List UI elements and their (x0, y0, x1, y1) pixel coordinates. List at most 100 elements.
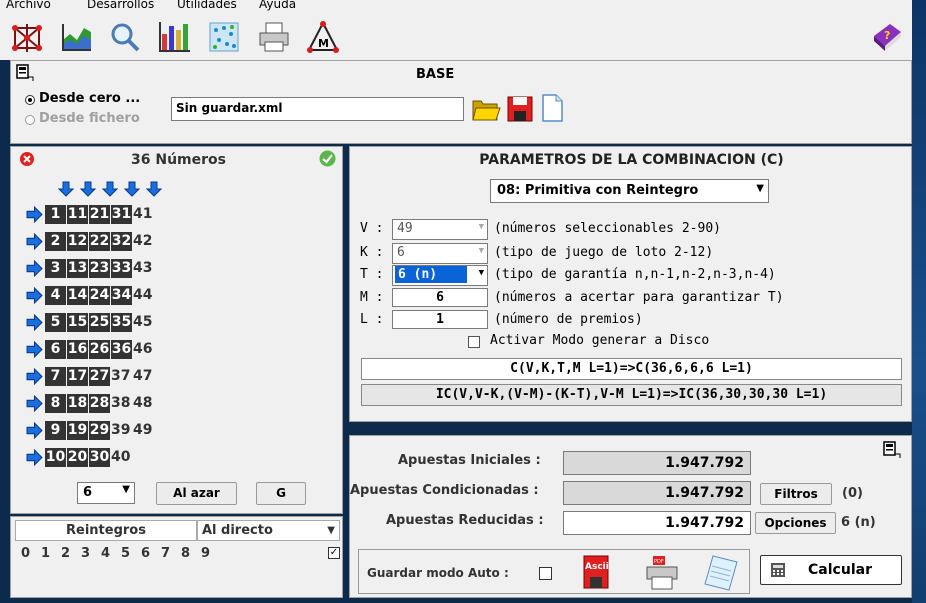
disk-mode-checkbox[interactable] (468, 336, 480, 348)
new-file-icon[interactable] (539, 93, 565, 123)
number-cell[interactable]: 17 (67, 367, 88, 386)
number-cell[interactable]: 39 (111, 421, 130, 440)
number-cell[interactable]: 7 (45, 367, 66, 386)
arrow-down-icon[interactable] (80, 181, 96, 197)
number-cell[interactable]: 27 (89, 367, 110, 386)
number-cell[interactable]: 28 (89, 394, 110, 413)
auto-save-checkbox[interactable] (539, 567, 552, 580)
number-cell[interactable]: 10 (45, 448, 66, 467)
number-cell[interactable]: 41 (133, 205, 152, 224)
reintegro-digit[interactable]: 8 (181, 546, 190, 561)
number-cell[interactable]: 24 (89, 286, 110, 305)
arrow-down-icon[interactable] (124, 181, 140, 197)
menu-utilidades[interactable]: Utilidades (177, 0, 237, 11)
reintegro-digit[interactable]: 5 (121, 546, 130, 561)
ascii-file-icon[interactable]: Ascii (583, 555, 609, 589)
dot-grid-icon[interactable] (207, 20, 241, 54)
help-book-icon[interactable]: ? (870, 20, 904, 54)
radio-desde-cero[interactable] (25, 95, 35, 105)
clear-icon[interactable] (19, 151, 35, 167)
options-button[interactable]: Opciones (755, 512, 836, 534)
number-cell[interactable]: 40 (111, 448, 130, 467)
arrow-down-icon[interactable] (102, 181, 118, 197)
bar-chart-icon[interactable] (157, 20, 191, 54)
random-button[interactable]: Al azar (156, 482, 237, 505)
number-cell[interactable]: 2 (45, 232, 66, 251)
radio-desde-fichero[interactable] (25, 115, 35, 125)
reintegro-digit[interactable]: 1 (41, 546, 50, 561)
param-k-field[interactable]: 6 ▼ (392, 243, 488, 264)
param-v-field[interactable]: 49 ▼ (392, 219, 488, 240)
number-cell[interactable]: 43 (133, 259, 152, 278)
confirm-icon[interactable] (319, 150, 336, 167)
number-cell[interactable]: 37 (111, 367, 130, 386)
option-desde-cero[interactable]: Desde cero ... (39, 91, 140, 106)
number-cell[interactable]: 38 (111, 394, 130, 413)
folder-open-icon[interactable] (471, 95, 501, 123)
reintegro-mode-select[interactable]: Al directo ▼ (197, 520, 340, 541)
number-cell[interactable]: 6 (45, 340, 66, 359)
number-cell[interactable]: 16 (67, 340, 88, 359)
number-cell[interactable]: 29 (89, 421, 110, 440)
menu-archivo[interactable]: Archivo (6, 0, 51, 11)
count-select[interactable]: 6 ▼ (77, 482, 135, 504)
g-button[interactable]: G (256, 482, 306, 505)
file-name-field[interactable]: Sin guardar.xml (171, 97, 464, 121)
arrow-right-icon[interactable] (26, 368, 43, 385)
arrow-right-icon[interactable] (26, 206, 43, 223)
number-cell[interactable]: 15 (67, 313, 88, 332)
number-cell[interactable]: 48 (133, 394, 152, 413)
reintegro-digit[interactable]: 9 (201, 546, 210, 561)
network-icon[interactable] (10, 20, 44, 54)
number-cell[interactable]: 19 (67, 421, 88, 440)
number-cell[interactable]: 44 (133, 286, 152, 305)
document-icon[interactable] (15, 63, 35, 83)
arrow-right-icon[interactable] (26, 260, 43, 277)
number-cell[interactable]: 1 (45, 205, 66, 224)
magnifier-icon[interactable] (108, 20, 142, 54)
param-m-field[interactable]: 6 (392, 288, 488, 307)
number-cell[interactable]: 31 (111, 205, 132, 224)
number-cell[interactable]: 12 (67, 232, 88, 251)
arrow-right-icon[interactable] (26, 233, 43, 250)
number-cell[interactable]: 21 (89, 205, 110, 224)
number-cell[interactable]: 34 (111, 286, 132, 305)
arrow-right-icon[interactable] (26, 287, 43, 304)
number-cell[interactable]: 3 (45, 259, 66, 278)
number-cell[interactable]: 49 (133, 421, 152, 440)
number-cell[interactable]: 47 (133, 367, 152, 386)
number-cell[interactable]: 33 (111, 259, 132, 278)
number-cell[interactable]: 23 (89, 259, 110, 278)
arrow-right-icon[interactable] (26, 395, 43, 412)
reintegro-digit[interactable]: 7 (161, 546, 170, 561)
save-disk-icon[interactable] (506, 95, 534, 123)
document-icon[interactable] (882, 440, 902, 460)
number-cell[interactable]: 11 (67, 205, 88, 224)
number-cell[interactable]: 25 (89, 313, 110, 332)
param-l-field[interactable]: 1 (392, 310, 488, 329)
reintegro-digit[interactable]: 6 (141, 546, 150, 561)
number-cell[interactable]: 36 (111, 340, 132, 359)
number-cell[interactable]: 8 (45, 394, 66, 413)
arrow-down-icon[interactable] (146, 181, 162, 197)
number-cell[interactable]: 5 (45, 313, 66, 332)
notepad-icon[interactable] (703, 554, 739, 592)
number-cell[interactable]: 13 (67, 259, 88, 278)
reintegro-9-checkbox[interactable]: ✓ (328, 547, 340, 559)
filters-button[interactable]: Filtros (760, 483, 832, 505)
number-cell[interactable]: 14 (67, 286, 88, 305)
game-type-select[interactable]: 08: Primitiva con Reintegro ▼ (490, 179, 769, 203)
arrow-down-icon[interactable] (58, 181, 74, 197)
chart-area-icon[interactable] (60, 20, 94, 54)
number-cell[interactable]: 30 (89, 448, 110, 467)
reintegro-digit[interactable]: 3 (81, 546, 90, 561)
printer-icon[interactable] (257, 20, 291, 54)
param-t-select[interactable]: 6 (n) ▼ (392, 265, 488, 286)
arrow-right-icon[interactable] (26, 449, 43, 466)
menu-ayuda[interactable]: Ayuda (259, 0, 296, 11)
arrow-right-icon[interactable] (26, 341, 43, 358)
number-cell[interactable]: 45 (133, 313, 152, 332)
number-cell[interactable]: 32 (111, 232, 132, 251)
number-cell[interactable]: 46 (133, 340, 152, 359)
reintegro-digit[interactable]: 2 (61, 546, 70, 561)
